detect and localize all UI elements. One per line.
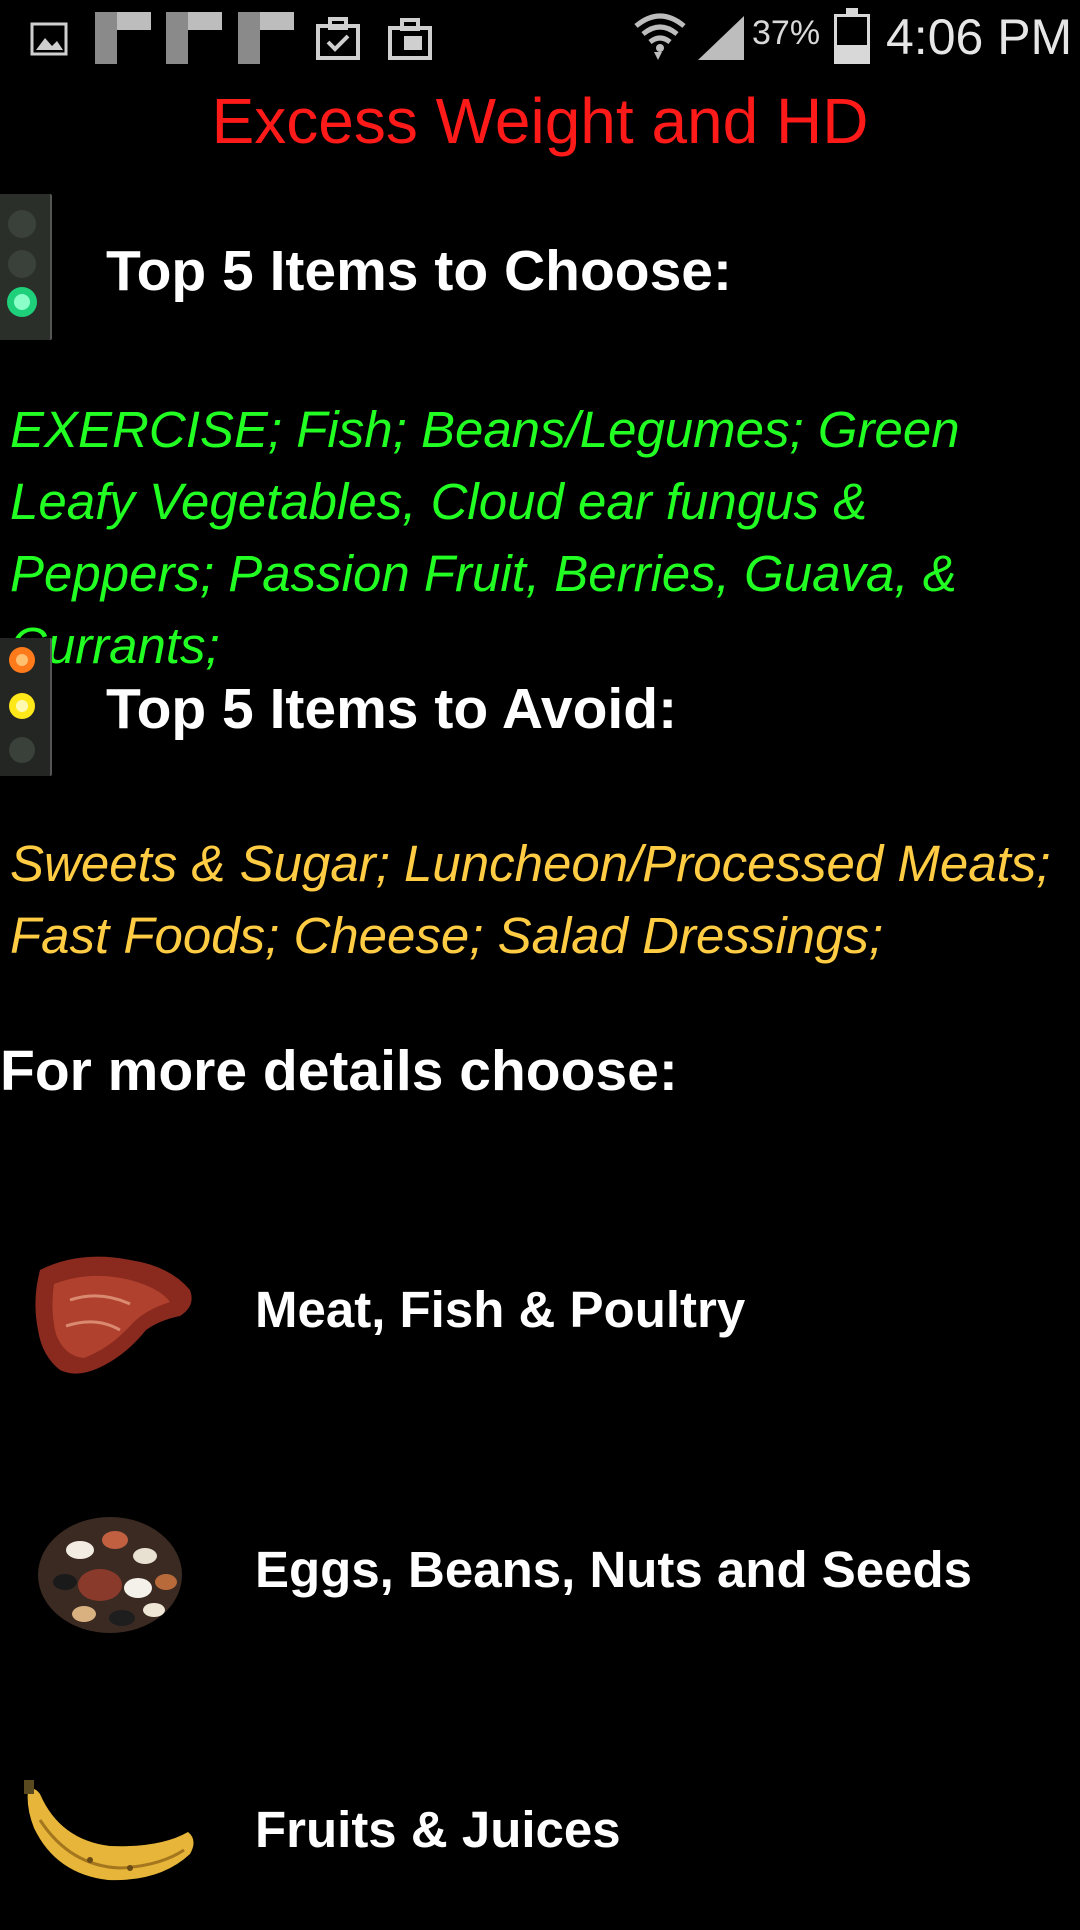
category-meat-fish-poultry[interactable]: Meat, Fish & Poultry	[0, 1210, 1080, 1410]
notification-tile-icon	[95, 12, 151, 64]
green-traffic-light-icon	[0, 194, 52, 340]
battery-percent: 37%	[752, 14, 821, 52]
avoid-heading: Top 5 Items to Avoid:	[106, 677, 678, 741]
steak-icon	[35, 1256, 192, 1374]
category-label: Meat, Fish & Poultry	[255, 1281, 746, 1338]
choose-items: EXERCISE; Fish; Beans/Legumes; Green Lea…	[10, 401, 960, 674]
clipboard-check-icon	[316, 17, 360, 60]
details-heading: For more details choose:	[0, 1039, 678, 1103]
avoid-items: Sweets & Sugar; Luncheon/Processed Meats…	[10, 835, 1051, 964]
beans-icon	[38, 1517, 182, 1633]
briefcase-icon	[388, 18, 432, 60]
category-label: Fruits & Juices	[255, 1801, 621, 1858]
banana-icon	[24, 1780, 194, 1881]
choose-heading: Top 5 Items to Choose:	[106, 239, 732, 303]
wifi-icon	[634, 13, 686, 60]
page-title: Excess Weight and HD	[211, 85, 869, 157]
notification-tile-icon	[238, 12, 294, 64]
category-fruits-juices[interactable]: Fruits & Juices	[0, 1730, 1080, 1930]
signal-icon	[698, 16, 744, 60]
battery-icon	[834, 8, 870, 64]
gallery-icon	[30, 22, 68, 56]
clock: 4:06 PM	[886, 9, 1073, 65]
notification-tile-icon	[166, 12, 222, 64]
yellow-traffic-light-icon	[0, 638, 52, 776]
category-eggs-beans-nuts-seeds[interactable]: Eggs, Beans, Nuts and Seeds	[0, 1470, 1080, 1670]
status-bar: 37% 4:06 PM	[0, 0, 1080, 75]
category-label: Eggs, Beans, Nuts and Seeds	[255, 1541, 973, 1598]
